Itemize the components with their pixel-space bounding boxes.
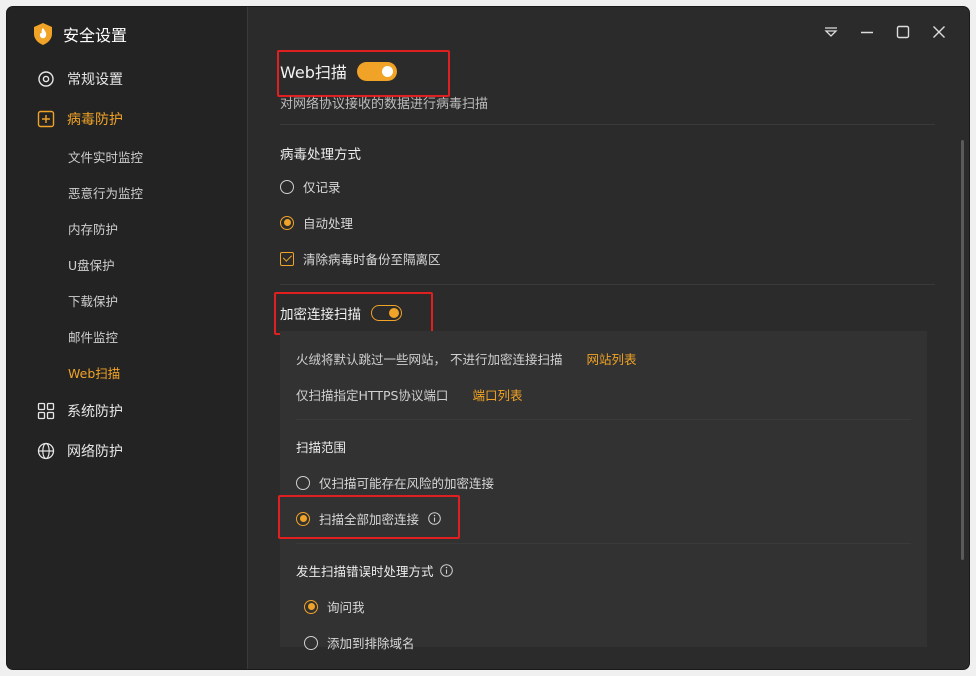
sidebar-item-general[interactable]: 常规设置 <box>37 68 123 90</box>
info-icon[interactable] <box>439 564 453 577</box>
virus-handling-title: 病毒处理方式 <box>280 147 361 163</box>
sidebar-subitem-memory-protection[interactable]: 内存防护 <box>68 218 118 238</box>
option-label: 扫描全部加密连接 <box>319 512 420 527</box>
sidebar-item-virus-protection[interactable]: 病毒防护 <box>37 108 123 130</box>
close-icon[interactable] <box>930 23 948 41</box>
sidebar-subitem-web-scan[interactable]: Web扫描 <box>68 362 120 382</box>
sidebar-item-system-protection[interactable]: 系统防护 <box>37 400 123 422</box>
radio-add-exclusion[interactable]: 添加到排除域名 <box>304 633 415 652</box>
sidebar-item-label: 系统防护 <box>67 404 123 420</box>
divider <box>280 284 935 285</box>
settings-window: 安全设置 常规设置 病毒防护 文件实时监控 恶意行为监控 内存防护 U盘保护 下… <box>7 7 969 669</box>
radio-button[interactable] <box>296 475 310 490</box>
menu-icon[interactable] <box>822 23 840 41</box>
encrypted-scan-heading: 加密连接扫描 <box>280 303 402 323</box>
scrollbar[interactable] <box>961 140 964 560</box>
sidebar-subitem-mail-monitor[interactable]: 邮件监控 <box>68 326 118 346</box>
encrypted-scan-title: 加密连接扫描 <box>280 307 361 323</box>
port-list-link[interactable]: 端口列表 <box>472 385 522 404</box>
skip-sites-line: 火绒将默认跳过一些网站， 不进行加密连接扫描 网站列表 <box>296 349 637 368</box>
option-label: 仅扫描可能存在风险的加密连接 <box>319 476 495 491</box>
sidebar-subitem-behavior-monitor[interactable]: 恶意行为监控 <box>68 182 143 202</box>
sidebar-item-label: 病毒防护 <box>67 112 123 128</box>
info-icon[interactable] <box>428 512 441 525</box>
web-scan-description: 对网络协议接收的数据进行病毒扫描 <box>280 97 489 112</box>
sidebar-item-network-protection[interactable]: 网络防护 <box>37 440 123 462</box>
sidebar: 安全设置 常规设置 病毒防护 文件实时监控 恶意行为监控 内存防护 U盘保护 下… <box>7 7 248 669</box>
web-scan-toggle[interactable] <box>356 61 397 81</box>
app-title: 安全设置 <box>33 21 127 47</box>
option-label: 清除病毒时备份至隔离区 <box>303 252 441 267</box>
sidebar-subitem-download-protection[interactable]: 下载保护 <box>68 290 118 310</box>
plus-square-icon <box>37 110 55 128</box>
encrypted-scan-panel: 火绒将默认跳过一些网站， 不进行加密连接扫描 网站列表 仅扫描指定HTTPS协议… <box>280 331 927 651</box>
grid-icon <box>37 402 55 420</box>
radio-button[interactable] <box>304 599 318 614</box>
web-scan-title: Web扫描 <box>280 63 347 82</box>
divider <box>280 124 935 125</box>
radio-button[interactable] <box>280 179 294 194</box>
option-label: 仅记录 <box>303 180 341 195</box>
app-title-text: 安全设置 <box>63 26 128 45</box>
radio-scan-all[interactable]: 扫描全部加密连接 <box>296 509 441 528</box>
gear-icon <box>37 70 55 88</box>
radio-record-only[interactable]: 仅记录 <box>280 177 341 196</box>
main-content: Web扫描 对网络协议接收的数据进行病毒扫描 病毒处理方式 仅记录 自动处理 清… <box>248 7 969 669</box>
site-list-link[interactable]: 网站列表 <box>586 349 636 368</box>
skip-sites-text: 火绒将默认跳过一些网站， 不进行加密连接扫描 <box>296 352 563 367</box>
radio-button[interactable] <box>280 215 294 230</box>
checkbox[interactable] <box>280 251 294 266</box>
encrypted-scan-toggle[interactable] <box>371 305 402 321</box>
option-label: 自动处理 <box>303 216 354 231</box>
radio-ask-me[interactable]: 询问我 <box>304 597 365 616</box>
maximize-icon[interactable] <box>894 23 912 41</box>
option-label: 添加到排除域名 <box>327 636 415 651</box>
port-line: 仅扫描指定HTTPS协议端口 端口列表 <box>296 385 522 404</box>
globe-icon <box>37 442 55 460</box>
error-handling-title: 发生扫描错误时处理方式 <box>296 564 434 579</box>
minimize-icon[interactable] <box>858 23 876 41</box>
huorong-logo-icon <box>33 23 53 45</box>
radio-button[interactable] <box>296 511 310 526</box>
divider <box>296 419 911 420</box>
radio-risky-only[interactable]: 仅扫描可能存在风险的加密连接 <box>296 473 494 492</box>
port-text: 仅扫描指定HTTPS协议端口 <box>296 388 449 403</box>
sidebar-subitem-file-monitor[interactable]: 文件实时监控 <box>68 146 143 166</box>
divider <box>296 543 911 544</box>
sidebar-item-label: 常规设置 <box>67 72 123 88</box>
radio-auto-handle[interactable]: 自动处理 <box>280 213 353 232</box>
scan-scope-title: 扫描范围 <box>296 440 347 455</box>
option-label: 询问我 <box>327 600 365 615</box>
radio-button[interactable] <box>304 635 318 650</box>
sidebar-subitem-usb-protection[interactable]: U盘保护 <box>68 254 115 274</box>
web-scan-heading: Web扫描 <box>280 59 397 83</box>
checkbox-backup-quarantine[interactable]: 清除病毒时备份至隔离区 <box>280 249 441 268</box>
sidebar-item-label: 网络防护 <box>67 444 123 460</box>
error-handling-title-row: 发生扫描错误时处理方式 <box>296 561 453 580</box>
